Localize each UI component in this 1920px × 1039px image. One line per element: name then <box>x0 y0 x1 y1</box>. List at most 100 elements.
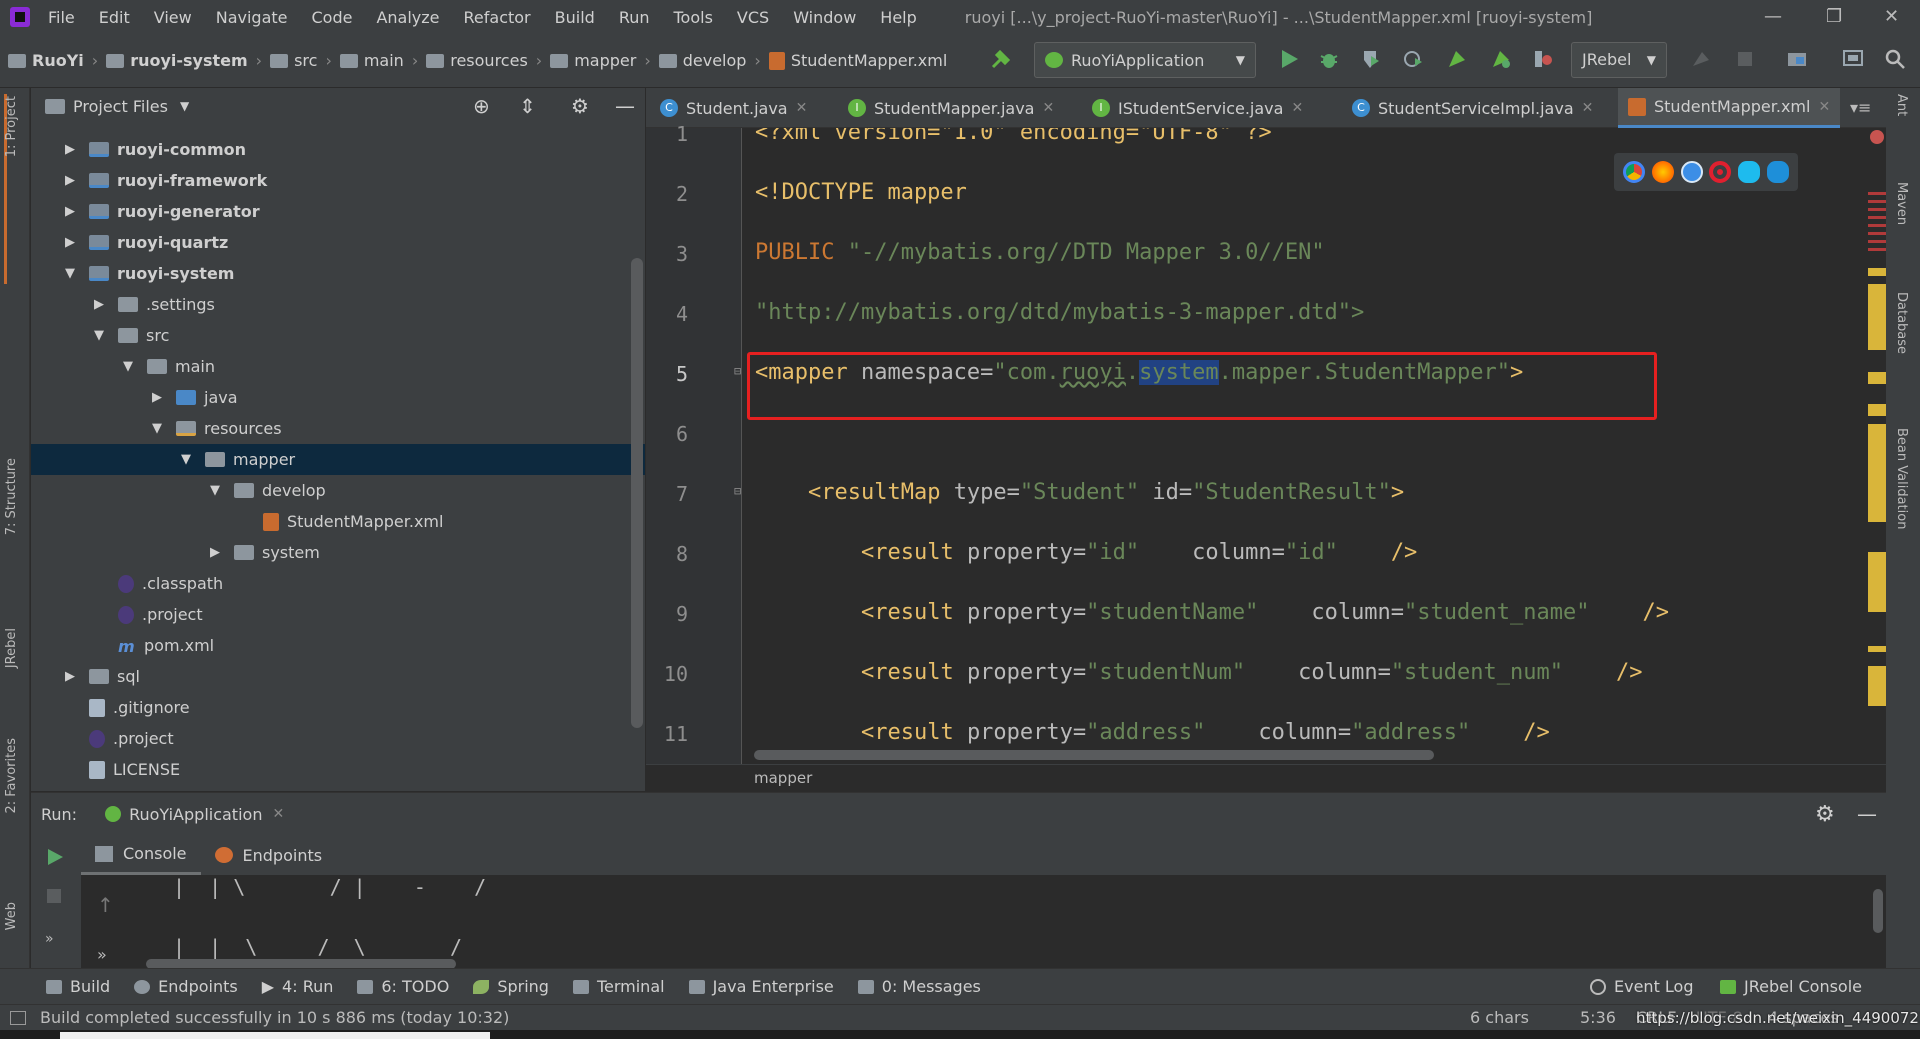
editor-horizontal-scrollbar[interactable] <box>754 750 1434 760</box>
tool-window-ant[interactable]: Ant <box>1894 94 1909 116</box>
menu-run[interactable]: Run <box>619 8 650 27</box>
crumb-src[interactable]: src › <box>270 51 332 70</box>
tree-item[interactable]: ▶ ruoyi-framework <box>31 165 645 196</box>
menu-build[interactable]: Build <box>555 8 595 27</box>
editor-breadcrumb[interactable]: mapper <box>646 764 1886 790</box>
presentation-icon[interactable] <box>1842 48 1864 70</box>
expanded-arrow-icon[interactable]: ▼ <box>63 266 77 281</box>
project-view-selector[interactable]: Project Files ▼ ⊕ ⇕ ⚙ — <box>31 88 645 124</box>
expanded-arrow-icon[interactable]: ▼ <box>92 328 106 343</box>
tool-window-maven[interactable]: Maven <box>1894 182 1909 225</box>
tree-item[interactable]: .project <box>31 723 645 754</box>
tree-item[interactable]: ▼ mapper <box>31 444 645 475</box>
minimize-icon[interactable]: — <box>1764 6 1782 27</box>
expanded-arrow-icon[interactable]: ▼ <box>121 359 135 374</box>
code-editor[interactable]: <?xml version="1.0" encoding="UTF-8" ?> … <box>743 128 1873 764</box>
tool-window-project[interactable]: 1: Project <box>4 96 19 157</box>
tool-messages[interactable]: 0: Messages <box>857 977 981 996</box>
close-tab-icon[interactable]: ✕ <box>1582 100 1594 116</box>
tree-item[interactable]: .classpath <box>31 568 645 599</box>
tool-window-bean-validation[interactable]: Bean Validation <box>1894 428 1909 529</box>
tool-window-favorites[interactable]: 2: Favorites <box>4 738 19 814</box>
tree-item[interactable]: .project <box>31 599 645 630</box>
menu-view[interactable]: View <box>154 8 192 27</box>
crumb-main[interactable]: main › <box>339 51 418 70</box>
update-icon[interactable] <box>1690 48 1712 70</box>
tab-studentserviceimpl-java[interactable]: C StudentServiceImpl.java ✕ <box>1342 88 1603 128</box>
tool-run[interactable]: ▶ 4: Run <box>262 977 334 996</box>
close-tab-icon[interactable]: ✕ <box>1042 100 1054 116</box>
gear-icon[interactable]: ⚙ <box>1815 802 1835 827</box>
tree-item[interactable]: ▶ ruoyi-common <box>31 134 645 165</box>
menu-vcs[interactable]: VCS <box>737 8 769 27</box>
menu-refactor[interactable]: Refactor <box>464 8 531 27</box>
stop-icon[interactable] <box>45 887 63 905</box>
tab-istudentservice-java[interactable]: I IStudentService.java ✕ <box>1082 88 1313 128</box>
collapsed-arrow-icon[interactable]: ▶ <box>63 173 77 188</box>
hide-panel-icon[interactable]: — <box>615 94 635 118</box>
run-configuration-select[interactable]: RuoYiApplication ▼ <box>1034 42 1256 78</box>
jrebel-run-icon[interactable] <box>1446 48 1468 70</box>
console-vertical-scrollbar[interactable] <box>1873 889 1883 933</box>
gear-icon[interactable]: ⚙ <box>571 94 589 118</box>
firefox-icon[interactable] <box>1651 161 1674 183</box>
collapsed-arrow-icon[interactable]: ▶ <box>208 545 222 560</box>
tool-jrebel-console[interactable]: JRebel Console <box>1720 977 1862 996</box>
expanded-arrow-icon[interactable]: ▼ <box>208 483 222 498</box>
error-indicator-icon[interactable] <box>1870 130 1884 144</box>
menu-edit[interactable]: Edit <box>99 8 130 27</box>
crumb-mapper[interactable]: mapper › <box>550 51 651 70</box>
tree-item[interactable]: m pom.xml <box>31 630 645 661</box>
tree-item[interactable]: ▶ java <box>31 382 645 413</box>
tree-item[interactable]: LICENSE <box>31 754 645 785</box>
tool-todo[interactable]: 6: TODO <box>357 977 449 996</box>
close-window-icon[interactable]: ✕ <box>1884 6 1899 27</box>
tool-endpoints[interactable]: Endpoints <box>134 977 238 996</box>
expanded-arrow-icon[interactable]: ▼ <box>150 421 164 436</box>
tree-item[interactable]: StudentMapper.xml <box>31 506 645 537</box>
jrebel-debug-icon[interactable] <box>1490 48 1512 70</box>
crumb-module[interactable]: ruoyi-system › <box>106 51 262 70</box>
run-config-tab[interactable]: RuoYiApplication <box>129 805 262 824</box>
crumb-resources[interactable]: resources › <box>426 51 542 70</box>
tool-window-database[interactable]: Database <box>1894 292 1909 354</box>
rerun-icon[interactable] <box>45 847 65 867</box>
fold-icon[interactable]: ⊟ <box>734 364 741 378</box>
expand-icon[interactable]: » <box>45 931 54 947</box>
crumb-develop[interactable]: develop › <box>658 51 761 70</box>
tab-overflow-icon[interactable]: ▾≡ <box>1850 98 1871 117</box>
hide-panel-icon[interactable]: — <box>1857 802 1877 826</box>
more-icon[interactable]: » <box>97 945 107 964</box>
coverage-icon[interactable] <box>1360 48 1382 70</box>
status-message[interactable]: Build completed successfully in 10 s 886… <box>40 1008 509 1027</box>
tool-window-structure[interactable]: 7: Structure <box>4 458 19 535</box>
opera-icon[interactable] <box>1709 161 1732 183</box>
close-tab-icon[interactable]: ✕ <box>272 806 284 822</box>
tree-item[interactable]: ▶ .settings <box>31 289 645 320</box>
menu-analyze[interactable]: Analyze <box>376 8 439 27</box>
run-icon[interactable] <box>1278 48 1300 70</box>
status-caret-position[interactable]: 5:36 <box>1580 1008 1616 1027</box>
collapse-all-icon[interactable]: ⇕ <box>519 94 536 118</box>
tree-item[interactable]: .gitignore <box>31 692 645 723</box>
tree-item[interactable]: ▼ develop <box>31 475 645 506</box>
attach-debugger-icon[interactable] <box>1532 48 1554 70</box>
tree-item[interactable]: ▶ ruoyi-generator <box>31 196 645 227</box>
menu-window[interactable]: Window <box>793 8 856 27</box>
close-tab-icon[interactable]: ✕ <box>1291 100 1303 116</box>
menu-file[interactable]: File <box>48 8 75 27</box>
jrebel-select[interactable]: JRebel ▼ <box>1571 42 1667 78</box>
edge-icon[interactable] <box>1766 161 1789 183</box>
menu-navigate[interactable]: Navigate <box>216 8 288 27</box>
scroll-up-icon[interactable]: ↑ <box>97 893 114 917</box>
collapsed-arrow-icon[interactable]: ▶ <box>63 235 77 250</box>
project-structure-icon[interactable] <box>1786 48 1808 70</box>
tool-event-log[interactable]: Event Log <box>1590 977 1694 996</box>
locate-icon[interactable]: ⊕ <box>473 94 490 118</box>
safari-icon[interactable] <box>1680 161 1703 183</box>
crumb-project[interactable]: RuoYi › <box>8 51 98 70</box>
collapsed-arrow-icon[interactable]: ▶ <box>63 669 77 684</box>
expanded-arrow-icon[interactable]: ▼ <box>179 452 193 467</box>
tree-item[interactable]: ▼ ruoyi-system <box>31 258 645 289</box>
fold-icon[interactable]: ⊟ <box>734 484 741 498</box>
